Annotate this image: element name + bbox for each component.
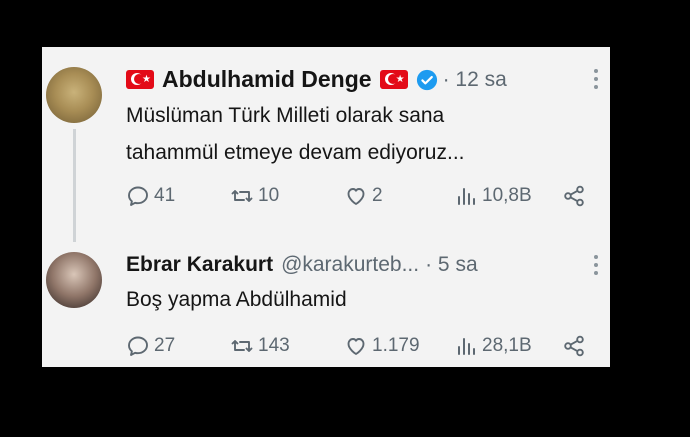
display-name[interactable]: Ebrar Karakurt bbox=[126, 253, 273, 277]
views-icon bbox=[458, 338, 475, 355]
tweet-card: ★ Abdulhamid Denge ★ · 12 sa Müslüman Tü… bbox=[42, 47, 610, 367]
like-button[interactable]: 1.179 bbox=[344, 334, 420, 358]
timestamp[interactable]: · 5 sa bbox=[425, 253, 478, 277]
tweet-header: Ebrar Karakurt @karakurteb... · 5 sa bbox=[126, 253, 478, 277]
share-icon bbox=[564, 335, 584, 357]
retweet-count: 143 bbox=[258, 335, 290, 356]
like-count: 1.179 bbox=[372, 335, 420, 356]
reply-count: 27 bbox=[154, 335, 176, 356]
reply-icon bbox=[128, 336, 148, 356]
handle[interactable]: @karakurteb... bbox=[281, 253, 419, 277]
heart-icon bbox=[347, 338, 365, 355]
tweet-text: Boş yapma Abdülhamid bbox=[126, 288, 347, 311]
views-button[interactable]: 28,1B bbox=[454, 334, 532, 358]
avatar[interactable] bbox=[46, 252, 102, 308]
view-count: 28,1B bbox=[482, 335, 532, 356]
retweet-icon bbox=[231, 340, 253, 352]
more-options-icon[interactable] bbox=[594, 255, 600, 275]
tweet-actions: 27 143 1.179 28,1B bbox=[126, 334, 598, 362]
reply-button[interactable]: 27 bbox=[126, 334, 175, 358]
retweet-button[interactable]: 143 bbox=[230, 334, 290, 358]
share-button[interactable] bbox=[562, 334, 590, 358]
tweet-ebrar[interactable]: Ebrar Karakurt @karakurteb... · 5 sa Boş… bbox=[42, 47, 610, 367]
